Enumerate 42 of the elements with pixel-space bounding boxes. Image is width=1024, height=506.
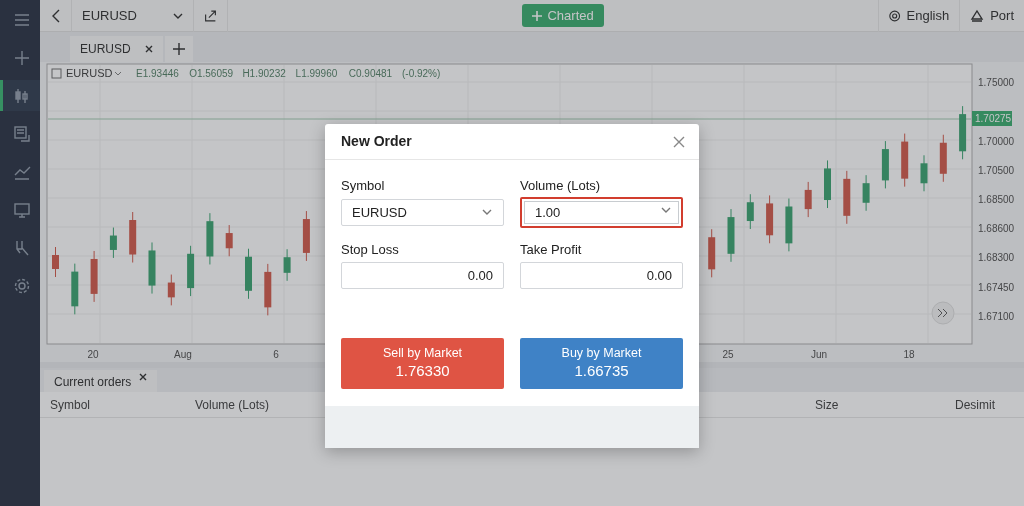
buy-button[interactable]: Buy by Market 1.66735 xyxy=(520,338,683,389)
current-price-label: 1.70275 xyxy=(972,111,1012,126)
column-header[interactable]: Size xyxy=(815,395,839,414)
column-header[interactable]: Desimit xyxy=(955,395,995,414)
dropdown-field[interactable]: 1.00 xyxy=(520,196,683,228)
price-label: 1.70000 xyxy=(978,136,1015,147)
orders-tab[interactable]: Current orders xyxy=(44,370,158,392)
account-dropdown[interactable]: Port xyxy=(960,0,1024,32)
time-label: 18 xyxy=(903,349,915,360)
dropdown-field[interactable]: EURUSD xyxy=(341,198,504,226)
column-header[interactable]: Volume (Lots) xyxy=(195,395,270,414)
sell-button[interactable]: Sell by Market 1.76330 xyxy=(341,338,504,389)
price-label: 1.68500 xyxy=(978,194,1015,205)
chart-legend-value: C0.90481 xyxy=(348,68,393,79)
symbol-dropdown[interactable]: EURUSD xyxy=(72,0,194,32)
time-label: 20 xyxy=(87,349,99,360)
chart-tab[interactable]: EURUSD xyxy=(70,36,163,62)
input-field[interactable]: 0.00 xyxy=(520,262,683,289)
chart-legend-value: O1.56059 xyxy=(189,68,234,79)
chart-legend-value: H1.90232 xyxy=(242,68,286,79)
price-label: 1.68600 xyxy=(978,223,1015,234)
chart-symbol[interactable]: EURUSD xyxy=(66,67,113,79)
input-field[interactable]: 0.00 xyxy=(341,262,504,289)
field-label: Symbol xyxy=(341,177,386,195)
price-label: 1.70500 xyxy=(978,165,1015,176)
language-dropdown[interactable]: English xyxy=(878,0,961,32)
price-label: 1.67450 xyxy=(978,282,1015,293)
column-header[interactable]: Symbol xyxy=(50,395,90,414)
chart-legend-value: (-0.92%) xyxy=(402,68,441,79)
chart-legend-value: L1.99960 xyxy=(295,68,338,79)
price-label: 1.75000 xyxy=(978,77,1015,88)
time-label: 25 xyxy=(722,349,734,360)
dialog-title: New Order xyxy=(341,132,412,151)
price-label: 1.67100 xyxy=(978,311,1015,322)
time-label: Aug xyxy=(174,349,192,360)
field-label: Volume (Lots) xyxy=(520,177,602,195)
field-label: Stop Loss xyxy=(341,240,400,259)
chart-legend-value: E1.93446 xyxy=(136,68,179,79)
price-label: 1.68300 xyxy=(978,252,1015,263)
time-label: Jun xyxy=(810,349,828,360)
field-label: Take Profit xyxy=(520,240,583,259)
time-label: 6 xyxy=(273,349,279,360)
